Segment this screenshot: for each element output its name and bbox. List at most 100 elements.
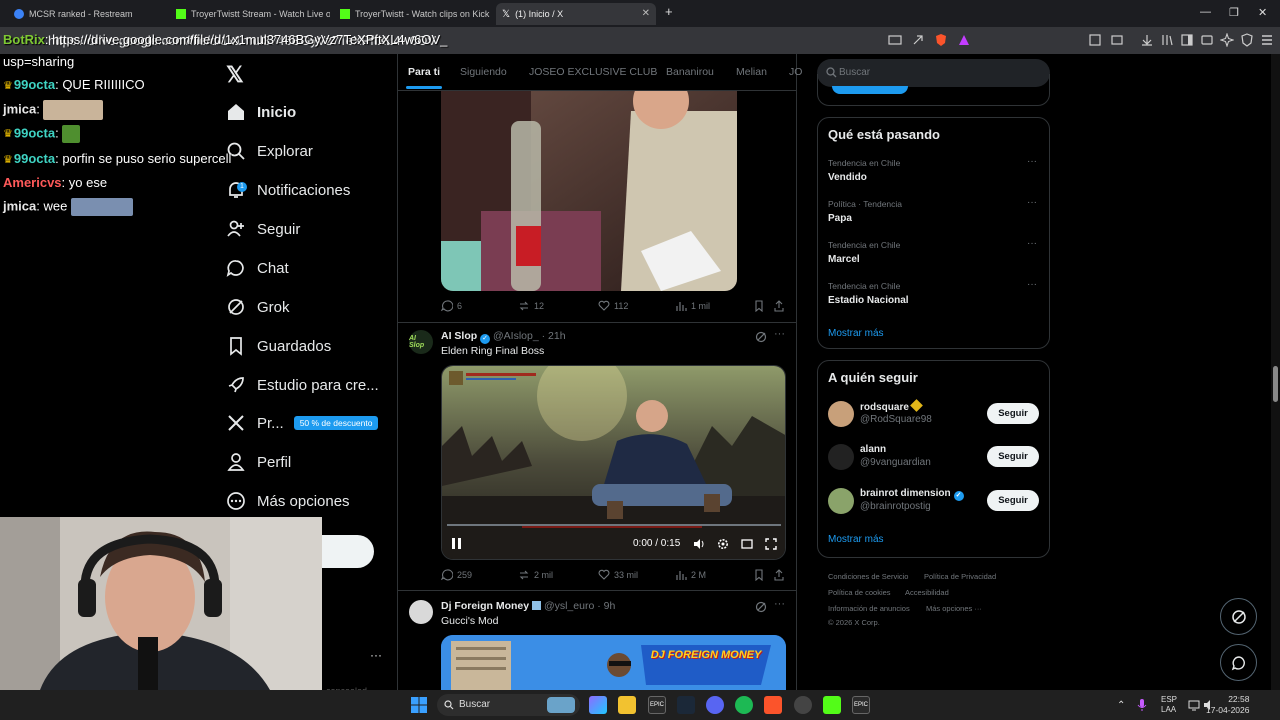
close-tab-icon[interactable]: ✕ [642, 8, 650, 19]
vpn-shield-icon[interactable] [1240, 33, 1254, 47]
reply-button[interactable]: 259 [441, 569, 472, 581]
spotify-icon[interactable] [735, 696, 753, 714]
obs-icon[interactable] [794, 696, 812, 714]
extensions-icon[interactable] [1088, 33, 1102, 47]
timeline-tab[interactable]: Siguiendo [460, 66, 507, 78]
suggestion-name[interactable]: brainrot dimension [860, 488, 951, 499]
volume-icon[interactable] [693, 538, 705, 550]
avatar[interactable] [828, 444, 854, 470]
nav-item-más-opciones[interactable]: Más opciones [226, 486, 350, 516]
epic-games-icon[interactable]: EPIC [648, 696, 666, 714]
post-time[interactable]: · 9h [597, 600, 615, 612]
trend-more-icon[interactable]: ··· [1027, 279, 1037, 290]
footer-link[interactable]: Accesibilidad [905, 588, 949, 597]
post-time[interactable]: · 21h [542, 330, 566, 342]
post-image[interactable]: DJ FOREIGN MONEY [441, 635, 786, 690]
grok-float-button[interactable] [1220, 598, 1257, 635]
nav-item-estudio-para-cre[interactable]: Estudio para cre... [226, 370, 379, 400]
fullscreen-icon[interactable] [765, 538, 777, 550]
taskbar-search-input[interactable]: Buscar [459, 699, 490, 710]
clock[interactable]: 22:58 17-04-2026 [1206, 694, 1249, 716]
footer-link[interactable]: Política de Privacidad [924, 572, 996, 581]
brave-rewards-icon[interactable] [957, 33, 971, 47]
timeline-tab[interactable]: JO [789, 66, 802, 78]
close-window-icon[interactable]: ✕ [1258, 6, 1267, 19]
avatar[interactable] [828, 401, 854, 427]
bookmark-button[interactable] [753, 569, 769, 581]
timeline-tab[interactable]: Melian [736, 66, 767, 78]
windows-start-icon[interactable] [411, 697, 427, 713]
screenshot-icon[interactable] [1110, 33, 1124, 47]
discord-icon[interactable] [706, 696, 724, 714]
pause-icon[interactable] [452, 538, 462, 549]
tab-restream[interactable]: MCSR ranked - Restream [8, 3, 168, 25]
footer-link[interactable]: Condiciones de Servicio [828, 572, 908, 581]
download-icon[interactable] [1140, 33, 1154, 47]
subscribe-button[interactable] [832, 86, 908, 94]
timeline-tab[interactable]: Bananirou [666, 66, 714, 78]
follow-button[interactable]: Seguir [987, 446, 1039, 467]
settings-gear-icon[interactable] [717, 538, 729, 550]
leo-ai-icon[interactable] [1220, 33, 1234, 47]
tab-x-home[interactable]: 𝕏 (1) Inicio / X ✕ [496, 3, 656, 25]
share-icon[interactable] [911, 33, 925, 47]
language-indicator[interactable]: ESP LAA [1161, 695, 1177, 715]
menu-icon[interactable] [1260, 33, 1274, 47]
avatar[interactable]: AI Slop [409, 330, 433, 354]
more-icon[interactable]: ··· [774, 328, 785, 340]
tray-chevron-icon[interactable]: ⌃ [1117, 700, 1125, 711]
display-icon[interactable] [888, 33, 902, 47]
suggestion-name[interactable]: alann [860, 444, 886, 455]
follow-button[interactable]: Seguir [987, 490, 1039, 511]
avatar[interactable] [409, 600, 433, 624]
nav-item-chat[interactable]: Chat [226, 253, 289, 283]
network-icon[interactable] [1188, 699, 1200, 711]
nav-item-explorar[interactable]: Explorar [226, 136, 313, 166]
video-player[interactable]: 0:00 / 0:15 [441, 365, 786, 560]
tab-kick-stream[interactable]: TroyerTwistt Stream - Watch Live on [170, 3, 330, 25]
sidebar-icon[interactable] [1180, 33, 1194, 47]
epic-games-icon[interactable]: EPIC [852, 696, 870, 714]
views-button[interactable]: 2 M [675, 569, 706, 581]
like-button[interactable]: 33 mil [598, 569, 638, 581]
author-name[interactable]: AI Slop [441, 330, 477, 342]
kick-icon[interactable] [823, 696, 841, 714]
share-button[interactable] [773, 300, 789, 312]
trend-more-icon[interactable]: ··· [1027, 197, 1037, 208]
suggestion-handle[interactable]: @RodSquare98 [860, 414, 932, 425]
suggestion-handle[interactable]: @9vanguardian [860, 457, 931, 468]
brave-icon[interactable] [764, 696, 782, 714]
suggestion-name[interactable]: rodsquare [860, 402, 909, 413]
more-icon[interactable]: ··· [774, 598, 785, 610]
tab-kick-clips[interactable]: TroyerTwistt - Watch clips on Kick [334, 3, 494, 25]
grok-icon[interactable] [755, 601, 767, 613]
maximize-icon[interactable]: ❐ [1229, 6, 1239, 19]
nav-item-pr[interactable]: Pr... 50 % de descuento [226, 408, 379, 438]
page-scrollbar[interactable] [1271, 54, 1280, 690]
footer-link[interactable]: Información de anuncios [828, 604, 910, 613]
show-more-follow-link[interactable]: Mostrar más [828, 534, 884, 545]
taskbar-search[interactable]: Buscar [437, 694, 580, 716]
suggestion-handle[interactable]: @brainrotpostig [860, 501, 931, 512]
nav-item-guardados[interactable]: Guardados [226, 331, 331, 361]
nav-item-notificaciones[interactable]: 1 Notificaciones [226, 175, 350, 205]
x-logo-icon[interactable]: 𝕏 [226, 62, 244, 88]
wallet-icon[interactable] [1200, 33, 1214, 47]
copilot-icon[interactable] [589, 696, 607, 714]
like-button[interactable]: 112 [598, 300, 628, 312]
trend-more-icon[interactable]: ··· [1027, 156, 1037, 167]
pip-icon[interactable] [741, 538, 753, 550]
footer-link[interactable]: Más opciones ··· [926, 604, 982, 613]
repost-button[interactable]: 2 mil [518, 569, 553, 581]
brave-shield-icon[interactable] [934, 33, 948, 47]
nav-item-perfil[interactable]: Perfil [226, 447, 291, 477]
repost-button[interactable]: 12 [518, 300, 544, 312]
bookmark-button[interactable] [753, 300, 769, 312]
author-name[interactable]: Dj Foreign Money [441, 600, 529, 612]
author-handle[interactable]: @AIslop_ [493, 330, 539, 342]
steam-icon[interactable] [677, 696, 695, 714]
follow-button[interactable]: Seguir [987, 403, 1039, 424]
library-icon[interactable] [1160, 33, 1174, 47]
post-image[interactable] [441, 91, 737, 291]
messages-float-button[interactable] [1220, 644, 1257, 681]
